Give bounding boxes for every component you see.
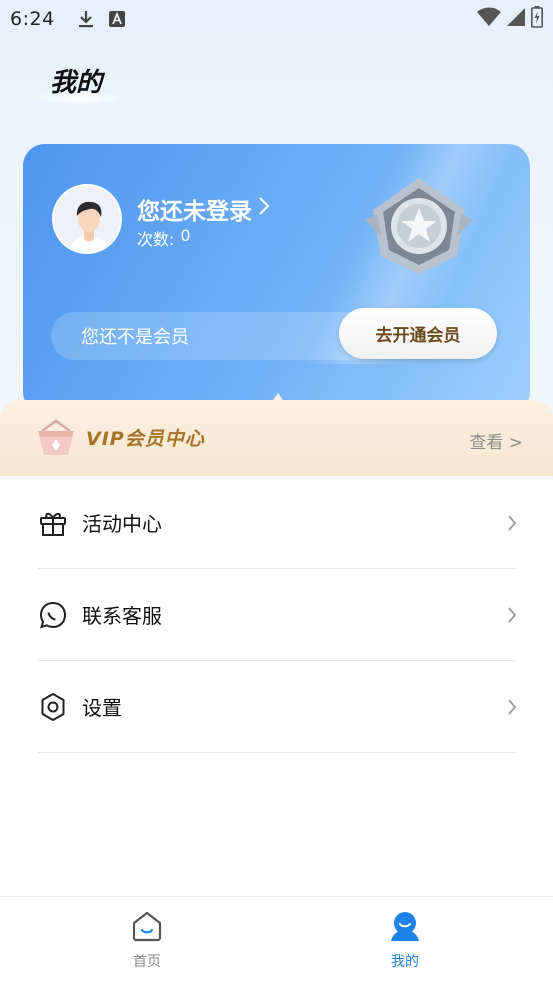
status-time: 6:24	[10, 8, 55, 30]
vip-view-link[interactable]: 查看 >	[469, 428, 523, 453]
vip-view-label: 查看 >	[469, 433, 523, 453]
status-bar: 6:24	[0, 0, 553, 38]
member-badge-icon	[365, 170, 473, 280]
gift-icon	[38, 508, 68, 538]
chevron-right-icon	[507, 514, 517, 532]
count-label: 次数:	[137, 230, 175, 249]
download-icon	[77, 9, 95, 29]
home-icon	[130, 909, 164, 947]
member-card: 您还未登录 次数: 0 您还不是会员 去开通会员	[23, 144, 530, 414]
bottom-nav: 首页 我的	[0, 896, 553, 984]
login-title: 您还未登录	[137, 199, 252, 225]
vip-basket-icon	[34, 417, 78, 457]
count-value: 0	[180, 226, 191, 245]
open-vip-button[interactable]: 去开通会员	[339, 308, 497, 359]
member-status-text: 您还不是会员	[81, 327, 189, 348]
battery-icon	[531, 6, 543, 32]
nav-item-home[interactable]: 首页	[107, 909, 187, 971]
vip-center-title: VIP会员中心	[86, 428, 205, 450]
settings-icon	[38, 692, 68, 722]
chat-icon	[38, 600, 68, 630]
wifi-icon	[477, 7, 501, 31]
member-status-bar: 您还不是会员	[51, 312, 381, 360]
menu-item-contact-support[interactable]: 联系客服	[38, 569, 517, 661]
menu-item-activity-center[interactable]: 活动中心	[38, 477, 517, 569]
profile-icon	[388, 909, 422, 947]
chevron-right-icon	[258, 196, 270, 222]
text-a-icon	[108, 11, 125, 27]
nav-label-profile: 我的	[391, 954, 419, 970]
usage-count: 次数: 0	[137, 226, 191, 250]
chevron-right-icon	[507, 606, 517, 624]
nav-item-profile[interactable]: 我的	[365, 909, 445, 971]
login-prompt[interactable]: 您还未登录	[137, 192, 270, 226]
menu-label: 联系客服	[82, 604, 162, 628]
menu-item-settings[interactable]: 设置	[38, 661, 517, 753]
signal-icon	[507, 8, 525, 30]
avatar[interactable]	[52, 184, 122, 254]
page-title: 我的	[50, 68, 103, 98]
nav-label-home: 首页	[133, 954, 161, 970]
menu-label: 活动中心	[82, 512, 162, 536]
status-icons	[477, 6, 543, 32]
menu-label: 设置	[82, 696, 122, 720]
chevron-right-icon	[507, 698, 517, 716]
